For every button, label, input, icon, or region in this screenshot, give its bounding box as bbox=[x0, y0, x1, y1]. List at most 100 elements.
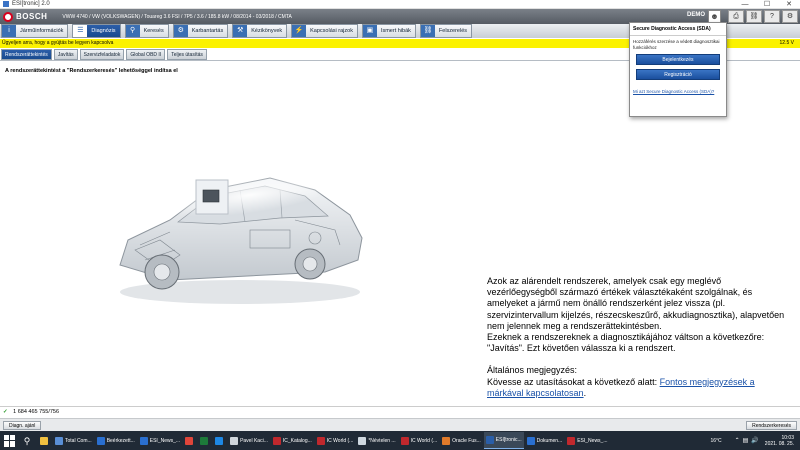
help-icon[interactable]: ? bbox=[764, 10, 780, 23]
app-icon bbox=[526, 436, 535, 445]
circuit-icon: ⚡ bbox=[292, 25, 307, 37]
app-icon bbox=[400, 436, 409, 445]
subtab-repair[interactable]: Javítás bbox=[53, 49, 78, 60]
taskbar-item[interactable] bbox=[198, 432, 212, 449]
app-icon bbox=[215, 436, 224, 445]
app-icon bbox=[96, 436, 105, 445]
app-icon bbox=[442, 436, 451, 445]
window-titlebar: ESI[tronic] 2.0 — ☐ ✕ bbox=[0, 0, 800, 9]
tab-maintenance[interactable]: ⚙ Karbantartás bbox=[172, 24, 229, 38]
search-icon: ⚲ bbox=[125, 25, 140, 37]
taskbar-item[interactable]: ESI[tronic... bbox=[483, 432, 524, 449]
app-icon bbox=[316, 436, 325, 445]
volume-icon[interactable]: 🔊 bbox=[751, 437, 758, 444]
sda-title: Secure Diagnostic Access (SDA) bbox=[630, 23, 726, 36]
subtab-service-tasks[interactable]: Szervizfeladatok bbox=[79, 49, 125, 60]
diagnosis-recommendation-button[interactable]: Diagn. ajánl bbox=[3, 421, 42, 430]
tab-diagnosis[interactable]: ☰ Diagnózis bbox=[72, 24, 121, 38]
tab-known-faults[interactable]: ▣ Ismert hibák bbox=[361, 24, 416, 38]
taskbar-item[interactable]: Total Com... bbox=[53, 432, 94, 449]
taskbar-item-label: IC World (... bbox=[326, 437, 354, 444]
taskbar-item[interactable]: IC World (... bbox=[399, 432, 440, 449]
car-cutaway-image bbox=[100, 160, 380, 310]
sda-info-link[interactable]: Mi azt Secure Diagnostic Access (SDA)? bbox=[630, 80, 726, 95]
app-icon bbox=[230, 436, 239, 445]
window-controls: — ☐ ✕ bbox=[734, 0, 800, 9]
tab-vehicle-info[interactable]: i Járműinformációk bbox=[1, 24, 69, 38]
weather-temperature: 16°C bbox=[710, 437, 722, 444]
windows-start-icon[interactable] bbox=[4, 434, 16, 447]
taskbar-item[interactable]: Beérkezett... bbox=[95, 432, 137, 449]
taskbar-items: Total Com... Beérkezett... ESI_News_... Pav… bbox=[38, 432, 611, 449]
app-icon bbox=[139, 436, 148, 445]
windows-taskbar: ⚲ Total Com... Beérkezett... ESI_News_... P… bbox=[0, 431, 800, 450]
bosch-logo: BOSCH bbox=[3, 11, 47, 22]
maximize-button[interactable]: ☐ bbox=[756, 0, 778, 9]
wrench-icon: ⚒ bbox=[233, 25, 248, 37]
car-icon[interactable]: ⛓ bbox=[746, 10, 762, 23]
app-icon bbox=[485, 436, 494, 444]
taskbar-item-label: IC_Katalog... bbox=[282, 437, 312, 444]
clock-date: 2021. 08. 25. bbox=[764, 440, 794, 447]
tray-chevron-icon[interactable]: ⌃ bbox=[735, 437, 740, 444]
taskbar-item[interactable]: Pavel Kaci... bbox=[228, 432, 270, 449]
app-window: ESI[tronic] 2.0 — ☐ ✕ BOSCH VWW 4740 / V… bbox=[0, 0, 800, 450]
taskbar-item[interactable]: Oracle Fus... bbox=[440, 432, 483, 449]
taskbar-item-label: ESI[tronic... bbox=[495, 437, 522, 443]
system-search-button[interactable]: Rendszerkeresés bbox=[746, 421, 797, 430]
subtab-full-instruction[interactable]: Teljes útasítás bbox=[167, 49, 207, 60]
bottom-bar: Diagn. ajánl Rendszerkeresés bbox=[0, 418, 800, 431]
taskbar-item[interactable] bbox=[183, 432, 197, 449]
app-icon bbox=[200, 436, 209, 445]
taskbar-item-label: Beérkezett... bbox=[106, 437, 135, 444]
taskbar-item[interactable]: IC World (... bbox=[315, 432, 356, 449]
taskbar-item-label: *Névtelen ... bbox=[368, 437, 396, 444]
tab-manuals[interactable]: ⚒ Kézikönyvek bbox=[232, 24, 288, 38]
info-icon: i bbox=[2, 25, 16, 37]
app-icon bbox=[3, 1, 9, 7]
app-icon bbox=[55, 436, 63, 445]
taskbar-item[interactable]: *Névtelen ... bbox=[356, 432, 397, 449]
taskbar-item[interactable]: IC_Katalog... bbox=[271, 432, 314, 449]
taskbar-item-label: Dokumen... bbox=[536, 437, 563, 444]
taskbar-item[interactable]: ESI_News_... bbox=[138, 432, 182, 449]
settings-icon[interactable]: ⚙ bbox=[782, 10, 798, 23]
login-button[interactable]: Bejelentkezés bbox=[636, 54, 720, 65]
status-value: 1 684 465 755/756 bbox=[13, 409, 60, 415]
diagnosis-icon: ☰ bbox=[73, 25, 88, 37]
subtab-global-obd[interactable]: Global OBD II bbox=[126, 49, 166, 60]
network-icon[interactable]: ▤ bbox=[743, 437, 749, 444]
app-icon bbox=[358, 436, 367, 445]
status-line: ✓ 1 684 465 755/756 bbox=[0, 408, 800, 417]
info-paragraph: Azok az alárendelt rendszerek, amelyek c… bbox=[487, 276, 785, 354]
close-button[interactable]: ✕ bbox=[778, 0, 800, 9]
minimize-button[interactable]: — bbox=[734, 0, 756, 9]
tab-wiring-diagrams[interactable]: ⚡ Kapcsolási rajzok bbox=[291, 24, 358, 38]
note-heading: Általános megjegyzés: bbox=[487, 365, 578, 376]
taskbar-item-label: Pavel Kaci... bbox=[240, 437, 268, 444]
check-icon: ✓ bbox=[3, 409, 8, 415]
taskbar-item-label: ESI_News_... bbox=[149, 437, 181, 444]
sda-description: Hozzáférés szerzése a védett diagnosztik… bbox=[633, 39, 720, 50]
taskbar-item[interactable] bbox=[38, 432, 52, 449]
window-title: ESI[tronic] 2.0 bbox=[12, 0, 50, 7]
taskbar-item[interactable]: ESI_News_... bbox=[565, 432, 609, 449]
taskbar-item-label: ESI_News_... bbox=[577, 437, 608, 444]
ignition-message: Ügyeljen arra, hogy a gyújtás be legyen … bbox=[2, 40, 114, 46]
clock[interactable]: 10:03 2021. 08. 25. bbox=[765, 435, 794, 447]
header-toolbar: ⎙ ⛓ ? ⚙ bbox=[728, 10, 798, 23]
print-icon[interactable]: ⎙ bbox=[728, 10, 744, 23]
register-button[interactable]: Regisztráció bbox=[636, 69, 720, 80]
note-body: Kövesse az utasításokat a következő alat… bbox=[487, 376, 755, 398]
search-icon[interactable]: ⚲ bbox=[20, 434, 34, 448]
taskbar-item[interactable]: Dokumen... bbox=[525, 432, 565, 449]
tab-equipment[interactable]: ⛓ Felszerelés bbox=[419, 24, 473, 38]
sda-popup: Secure Diagnostic Access (SDA) Hozzáféré… bbox=[629, 22, 727, 117]
taskbar-item-label: Total Com... bbox=[65, 437, 92, 444]
vehicle-info: VWW 4740 / VW (VOLKSWAGEN) / Touareg 3.6… bbox=[62, 13, 292, 20]
subtab-system-overview[interactable]: Rendszerättekintés bbox=[1, 49, 52, 60]
gear-icon: ⚙ bbox=[173, 25, 188, 37]
tab-search[interactable]: ⚲ Keresés bbox=[124, 24, 169, 38]
app-icon bbox=[185, 436, 194, 445]
taskbar-item[interactable] bbox=[213, 432, 227, 449]
